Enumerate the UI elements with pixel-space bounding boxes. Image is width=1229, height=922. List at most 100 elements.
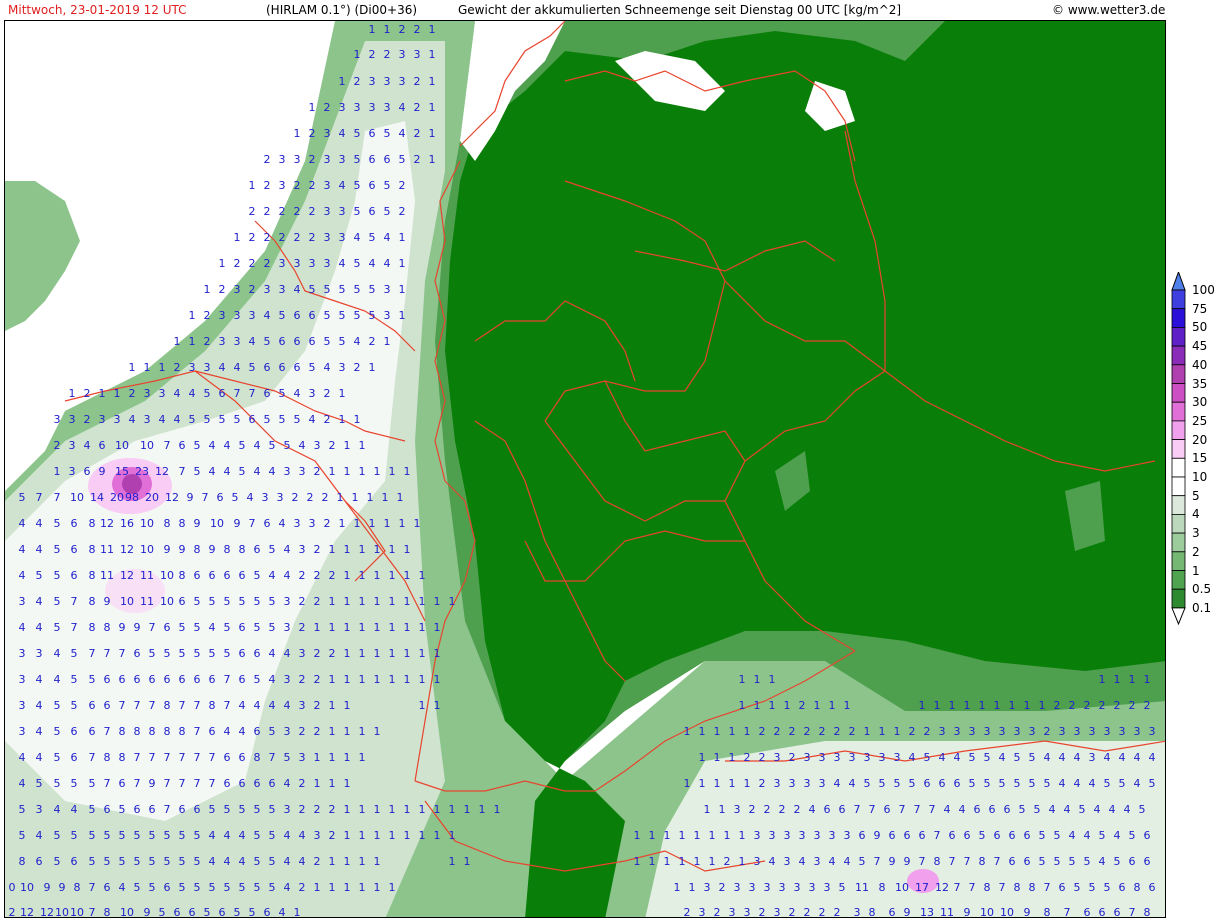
snow-value: 3 bbox=[814, 855, 821, 868]
snow-value: 3 bbox=[299, 699, 306, 712]
snow-value: 7 bbox=[134, 751, 141, 764]
snow-value: 3 bbox=[369, 75, 376, 88]
snow-value: 3 bbox=[784, 855, 791, 868]
snow-value: 1 bbox=[979, 699, 986, 712]
snow-value: 5 bbox=[194, 465, 201, 478]
snow-value: 3 bbox=[969, 725, 976, 738]
snow-value: 6 bbox=[1009, 855, 1016, 868]
snow-value: 5 bbox=[219, 413, 226, 426]
snow-value: 2 bbox=[314, 647, 321, 660]
snow-value: 3 bbox=[774, 751, 781, 764]
snow-value: 2 bbox=[129, 387, 136, 400]
snow-value: 3 bbox=[749, 881, 756, 894]
snow-value: 98 bbox=[125, 491, 139, 504]
snow-value: 2 bbox=[924, 725, 931, 738]
snow-value: 6 bbox=[964, 829, 971, 842]
snow-value: 3 bbox=[279, 283, 286, 296]
snow-value: 0 bbox=[9, 881, 16, 894]
snow-value: 5 bbox=[1149, 777, 1156, 790]
snow-value: 1 bbox=[354, 413, 361, 426]
snow-value: 5 bbox=[71, 699, 78, 712]
snow-value: 9 bbox=[964, 906, 971, 918]
snow-value: 3 bbox=[19, 595, 26, 608]
snow-value: 9 bbox=[194, 517, 201, 530]
snow-value: 1 bbox=[399, 309, 406, 322]
snow-value: 7 bbox=[899, 803, 906, 816]
snow-value: 4 bbox=[1064, 803, 1071, 816]
snow-value: 1 bbox=[344, 699, 351, 712]
legend-swatch bbox=[1171, 495, 1186, 515]
snow-value: 4 bbox=[1059, 751, 1066, 764]
snow-value: 14 bbox=[90, 491, 104, 504]
snow-value: 2 bbox=[307, 491, 314, 504]
snow-value: 3 bbox=[804, 777, 811, 790]
snow-value: 6 bbox=[209, 725, 216, 738]
snow-value: 3 bbox=[314, 829, 321, 842]
snow-value: 1 bbox=[404, 595, 411, 608]
snow-value: 6 bbox=[179, 439, 186, 452]
snow-value: 5 bbox=[839, 881, 846, 894]
snow-value: 4 bbox=[224, 439, 231, 452]
snow-value: 15 bbox=[115, 465, 129, 478]
snow-value: 10 bbox=[120, 595, 134, 608]
snow-value: 8 bbox=[934, 855, 941, 868]
snow-value: 1 bbox=[374, 647, 381, 660]
snow-value: 5 bbox=[969, 777, 976, 790]
snow-value: 12 bbox=[935, 881, 949, 894]
snow-value: 3 bbox=[262, 491, 269, 504]
snow-value: 1 bbox=[344, 595, 351, 608]
snow-value: 6 bbox=[1059, 881, 1066, 894]
snow-value: 5 bbox=[339, 335, 346, 348]
snow-value: 3 bbox=[769, 829, 776, 842]
snow-value: 4 bbox=[234, 361, 241, 374]
snow-value: 1 bbox=[389, 595, 396, 608]
snow-value: 5 bbox=[1084, 855, 1091, 868]
snow-value: 1 bbox=[389, 673, 396, 686]
snow-value: 7 bbox=[164, 777, 171, 790]
snow-value: 4 bbox=[239, 855, 246, 868]
snow-value: 4 bbox=[284, 647, 291, 660]
snow-value: 1 bbox=[329, 465, 336, 478]
snow-value: 6 bbox=[884, 803, 891, 816]
snow-value: 2 bbox=[804, 725, 811, 738]
map-title: Gewicht der akkumulierten Schneemenge se… bbox=[458, 3, 902, 17]
snow-value: 4 bbox=[909, 751, 916, 764]
snow-value: 7 bbox=[194, 777, 201, 790]
snow-value: 4 bbox=[384, 231, 391, 244]
snow-value: 3 bbox=[369, 101, 376, 114]
snow-value: 7 bbox=[854, 803, 861, 816]
snow-value: 2 bbox=[414, 101, 421, 114]
snow-value: 7 bbox=[89, 881, 96, 894]
snow-value: 2 bbox=[399, 23, 406, 36]
snow-value: 1 bbox=[374, 621, 381, 634]
snow-value: 5 bbox=[269, 829, 276, 842]
snow-value: 6 bbox=[239, 751, 246, 764]
snow-value: 1 bbox=[419, 803, 426, 816]
snow-value: 3 bbox=[309, 257, 316, 270]
snow-value: 10 bbox=[140, 439, 154, 452]
snow-value: 2 bbox=[292, 491, 299, 504]
snow-value: 2 bbox=[309, 179, 316, 192]
snow-value: 9 bbox=[1024, 906, 1031, 918]
snow-value: 1 bbox=[204, 283, 211, 296]
snow-map[interactable]: 1122112233112333211233334211234565421233… bbox=[4, 20, 1166, 918]
snow-value: 4 bbox=[36, 829, 43, 842]
snow-value: 3 bbox=[234, 283, 241, 296]
snow-value: 5 bbox=[1129, 829, 1136, 842]
snow-value: 7 bbox=[249, 387, 256, 400]
snow-value: 1 bbox=[829, 699, 836, 712]
snow-value: 3 bbox=[114, 413, 121, 426]
snow-value: 4 bbox=[71, 803, 78, 816]
snow-value: 2 bbox=[314, 803, 321, 816]
snow-value: 6 bbox=[219, 387, 226, 400]
snow-value: 1 bbox=[234, 231, 241, 244]
snow-value: 1 bbox=[329, 595, 336, 608]
snow-value: 4 bbox=[284, 881, 291, 894]
snow-value: 5 bbox=[264, 413, 271, 426]
snow-value: 7 bbox=[234, 387, 241, 400]
snow-value: 5 bbox=[19, 803, 26, 816]
snow-value: 2 bbox=[414, 23, 421, 36]
snow-value: 8 bbox=[984, 881, 991, 894]
snow-value: 6 bbox=[104, 673, 111, 686]
snow-value: 6 bbox=[369, 179, 376, 192]
